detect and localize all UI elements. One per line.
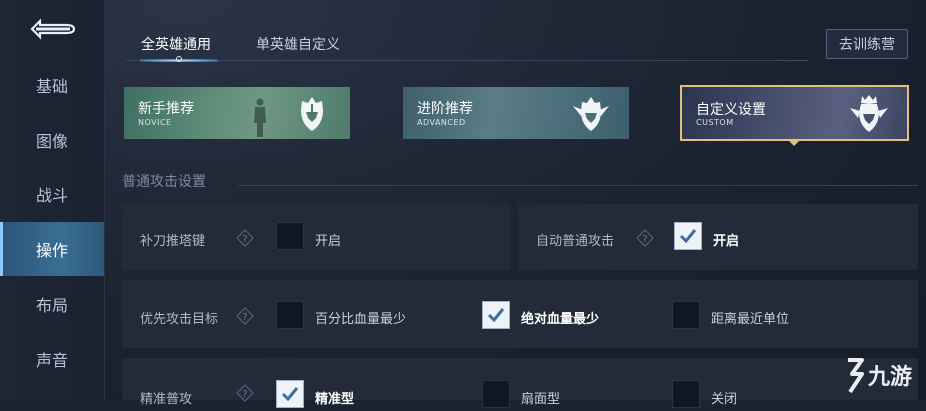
preset-card-novice[interactable]: 新手推荐 NOVICE xyxy=(124,87,350,139)
setting-label: 自动普通攻击 xyxy=(536,234,615,249)
section-title: 普通攻击设置 xyxy=(122,174,206,190)
checkmark-icon xyxy=(281,387,299,402)
priority-lowest-percent-checkbox[interactable] xyxy=(276,301,304,329)
sidebar-item-controls[interactable]: 操作 xyxy=(0,222,104,276)
option-label: 百分比血量最少 xyxy=(315,312,407,327)
setting-label: 精准普攻 xyxy=(140,392,193,407)
sidebar-item-label: 操作 xyxy=(36,241,69,260)
sidebar-item-label: 基础 xyxy=(36,77,69,96)
option-label: 绝对血量最少 xyxy=(521,312,600,327)
option-label: 精准型 xyxy=(315,392,355,407)
option-label: 开启 xyxy=(315,234,342,249)
setting-label: 优先攻击目标 xyxy=(140,312,219,327)
selected-pointer-icon xyxy=(787,139,801,146)
preset-card-custom[interactable]: 自定义设置 CUSTOM xyxy=(680,85,909,141)
sidebar-item-label: 声音 xyxy=(36,351,69,370)
preset-title: 自定义设置 xyxy=(696,102,766,118)
watermark-text: 九游 xyxy=(867,364,912,390)
hero-silhouette-image xyxy=(254,98,266,137)
sidebar-item-label: 图像 xyxy=(36,132,69,151)
watermark-logo: 九游 xyxy=(848,358,912,394)
preset-subtitle: NOVICE xyxy=(138,118,172,127)
precise-off-checkbox[interactable] xyxy=(672,380,700,408)
priority-nearest-checkbox[interactable] xyxy=(672,301,700,329)
section-divider xyxy=(238,185,918,186)
back-arrow-icon[interactable] xyxy=(26,16,78,42)
option-label: 扇面型 xyxy=(521,392,561,407)
setting-label: 补刀推塔键 xyxy=(140,234,206,249)
go-training-camp-button[interactable]: 去训练营 xyxy=(826,29,908,59)
sidebar-item-basic[interactable]: 基础 xyxy=(0,58,104,112)
helmet-emblem-icon xyxy=(301,97,323,131)
crowned-helmet-emblem-icon xyxy=(850,95,888,132)
help-icon[interactable]: ? xyxy=(236,229,254,247)
preset-title: 进阶推荐 xyxy=(417,101,473,117)
sidebar-item-combat[interactable]: 战斗 xyxy=(0,167,104,221)
checkmark-icon xyxy=(679,229,697,244)
option-label: 开启 xyxy=(713,234,740,249)
priority-lowest-absolute-checkbox[interactable] xyxy=(482,301,510,329)
sidebar-item-label: 战斗 xyxy=(36,186,69,205)
tab-indicator-dot xyxy=(176,56,182,62)
sidebar-item-graphics[interactable]: 图像 xyxy=(0,113,104,167)
auto-attack-checkbox[interactable] xyxy=(674,222,702,250)
preset-subtitle: ADVANCED xyxy=(417,118,466,127)
svg-text:?: ? xyxy=(242,312,247,323)
tab-single-hero[interactable]: 单英雄自定义 xyxy=(256,34,340,54)
tab-all-heroes[interactable]: 全英雄通用 xyxy=(141,34,211,54)
last-hit-checkbox[interactable] xyxy=(276,222,304,250)
sidebar: 基础 图像 战斗 操作 布局 声音 xyxy=(0,0,105,400)
sidebar-item-label: 布局 xyxy=(36,296,69,315)
sector-attack-checkbox[interactable] xyxy=(482,380,510,408)
option-label: 距离最近单位 xyxy=(711,312,790,327)
preset-card-advanced[interactable]: 进阶推荐 ADVANCED xyxy=(403,87,629,139)
preset-subtitle: CUSTOM xyxy=(696,118,734,127)
preset-title: 新手推荐 xyxy=(138,101,194,117)
svg-text:?: ? xyxy=(242,234,247,245)
svg-text:?: ? xyxy=(642,234,647,245)
svg-text:?: ? xyxy=(242,389,247,400)
precise-attack-checkbox[interactable] xyxy=(276,380,304,408)
help-icon[interactable]: ? xyxy=(236,384,254,402)
option-label: 关闭 xyxy=(711,392,738,407)
sidebar-item-sound[interactable]: 声音 xyxy=(0,332,104,386)
tab-divider xyxy=(126,60,808,61)
help-icon[interactable]: ? xyxy=(236,307,254,325)
sidebar-item-layout[interactable]: 布局 xyxy=(0,277,104,331)
help-icon[interactable]: ? xyxy=(636,229,654,247)
checkmark-icon xyxy=(487,308,505,323)
winged-helmet-emblem-icon xyxy=(573,97,609,131)
